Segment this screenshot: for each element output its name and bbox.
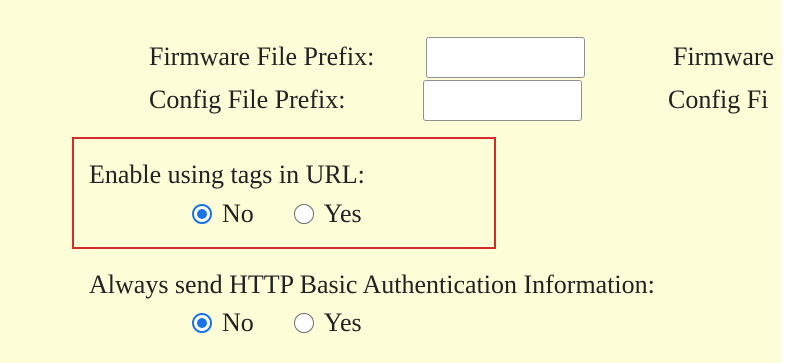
- firmware-file-prefix-input[interactable]: [426, 37, 585, 78]
- http-basic-auth-option-no[interactable]: No: [192, 308, 254, 338]
- tags-in-url-label: Enable using tags in URL:: [89, 160, 365, 189]
- http-basic-auth-option-yes[interactable]: Yes: [293, 308, 362, 338]
- settings-panel: Firmware File Prefix: Firmware Config Fi…: [0, 0, 782, 363]
- radio-checked-icon[interactable]: [192, 204, 212, 224]
- config-column-label-partial: Config Fi: [668, 85, 769, 114]
- tags-in-url-radio-group: No Yes: [192, 199, 362, 229]
- tags-in-url-option-yes[interactable]: Yes: [293, 199, 362, 229]
- config-file-prefix-input[interactable]: [423, 80, 582, 121]
- radio-option-label: Yes: [323, 199, 362, 228]
- radio-option-label: Yes: [323, 308, 362, 337]
- radio-checked-icon[interactable]: [192, 313, 212, 333]
- firmware-column-label-partial: Firmware: [673, 42, 775, 71]
- radio-unchecked-icon[interactable]: [293, 204, 314, 224]
- firmware-file-prefix-label: Firmware File Prefix:: [149, 42, 375, 71]
- highlight-box: [72, 137, 496, 249]
- tags-in-url-option-no[interactable]: No: [192, 199, 254, 229]
- http-basic-auth-label: Always send HTTP Basic Authentication In…: [89, 270, 655, 299]
- config-file-prefix-label: Config File Prefix:: [149, 85, 346, 114]
- radio-option-label: No: [222, 308, 254, 337]
- radio-option-label: No: [222, 199, 254, 228]
- radio-unchecked-icon[interactable]: [293, 313, 314, 333]
- http-basic-auth-radio-group: No Yes: [192, 308, 362, 338]
